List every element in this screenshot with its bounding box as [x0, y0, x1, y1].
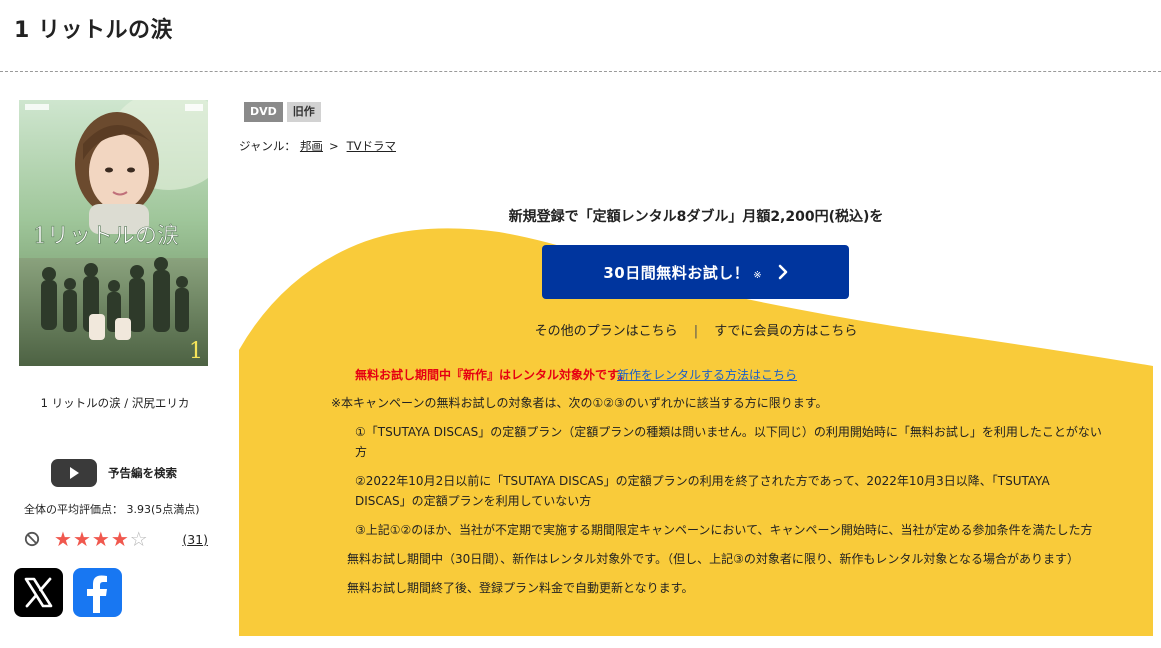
chevron-right-icon: [778, 264, 787, 280]
free-trial-button[interactable]: 30日間無料お試し！ ※: [542, 245, 849, 299]
cover-title-art: 1リットルの涙: [33, 224, 179, 249]
average-rating-text: 全体の平均評価点： 3.93(5点満点): [24, 503, 200, 516]
member-login-link[interactable]: すでに会員の方はこちら: [714, 324, 857, 339]
old-release-badge: 旧作: [286, 102, 321, 122]
cover-artwork: 1リットルの涙 1: [19, 100, 208, 366]
breadcrumb-separator: >: [328, 139, 339, 153]
format-badges: DVD 旧作: [244, 102, 325, 122]
other-plans-link[interactable]: その他のプランはこちら: [535, 324, 678, 339]
plan-links: その他のプランはこちら | すでに会員の方はこちら: [239, 320, 1153, 339]
review-count-link[interactable]: (31): [182, 532, 214, 547]
cover-volume-number: 1: [189, 339, 203, 364]
promo-headline: 新規登録で「定額レンタル8ダブル」月額2,200円(税込)を: [508, 209, 884, 225]
new-release-warning: 無料お試し期間中『新作』はレンタル対象外です。: [355, 368, 630, 382]
trailer-search-label: 予告編を検索: [108, 466, 177, 480]
genre-link-tv-drama[interactable]: TVドラマ: [347, 138, 396, 154]
dvd-cover-image[interactable]: 1リットルの涙 1: [19, 100, 208, 366]
star-filled-icon[interactable]: ★: [92, 529, 110, 549]
not-interested-icon[interactable]: [24, 531, 40, 547]
free-trial-label: 30日間無料お試し！: [603, 263, 750, 282]
plan-links-divider: |: [693, 324, 699, 339]
new-release-rental-link[interactable]: 新作をレンタルする方法はこちら: [617, 366, 797, 383]
page-title: 1 リットルの涙: [14, 18, 173, 43]
review-count: 31: [187, 531, 204, 547]
title-divider: [0, 71, 1161, 72]
star-empty-icon[interactable]: ☆: [130, 529, 148, 549]
star-filled-icon[interactable]: ★: [111, 529, 129, 549]
eligibility-item-3: ③上記①②のほか、当社が不定期で実施する期間限定キャンペーンにおいて、キャンペー…: [355, 523, 1093, 537]
eligibility-item-1: ①「TSUTAYA DISCAS」の定額プラン（定額プランの種類は問いません。以…: [355, 425, 1102, 439]
rating-row: ★ ★ ★ ★ ☆ (31): [24, 528, 214, 550]
auto-renew-note: 無料お試し期間終了後、登録プラン料金で自動更新となります。: [347, 581, 694, 595]
genre-breadcrumb: ジャンル： 邦画 > TVドラマ: [239, 138, 396, 154]
dvd-badge: DVD: [244, 102, 283, 122]
genre-link-japanese-film[interactable]: 邦画: [300, 138, 323, 154]
campaign-eligibility-note: ※本キャンペーンの無料お試しの対象者は、次の①②③のいずれかに該当する方に限りま…: [331, 396, 828, 410]
share-x-button[interactable]: [14, 568, 63, 617]
star-filled-icon[interactable]: ★: [54, 529, 72, 549]
trial-period-note: 無料お試し期間中（30日間）、新作はレンタル対象外です。（但し、上記③の対象者に…: [347, 552, 1079, 566]
eligibility-item-2-cont: DISCAS」の定額プランを利用していない方: [355, 494, 592, 508]
star-filled-icon[interactable]: ★: [73, 529, 91, 549]
free-trial-note-mark: ※: [753, 269, 762, 281]
cover-caption: 1 リットルの涙 / 沢尻エリカ: [40, 396, 190, 410]
rating-stars[interactable]: ★ ★ ★ ★ ☆: [54, 529, 149, 549]
eligibility-item-1-cont: 方: [355, 445, 368, 459]
genre-label: ジャンル：: [239, 139, 296, 153]
trailer-search-button[interactable]: 予告編を検索: [51, 459, 177, 487]
facebook-logo-icon: [87, 575, 107, 613]
eligibility-item-2: ②2022年10月2日以前に「TSUTAYA DISCAS」の定額プランの利用を…: [355, 474, 1050, 488]
share-facebook-button[interactable]: [73, 568, 122, 617]
x-logo-icon: [24, 577, 53, 608]
play-icon: [51, 459, 97, 487]
